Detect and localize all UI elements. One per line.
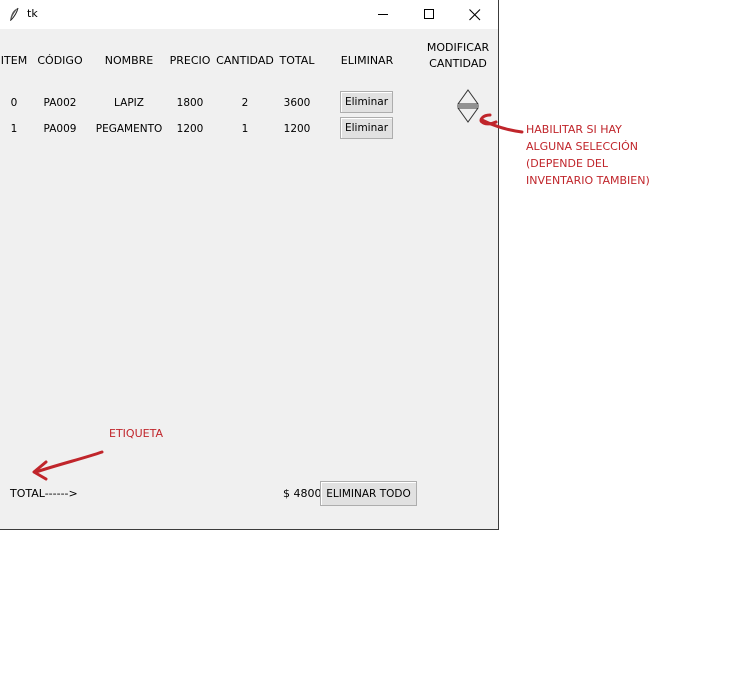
clear-all-button[interactable]: ELIMINAR TODO (320, 481, 417, 506)
triangle-down-icon[interactable] (457, 107, 479, 123)
header-codigo: CÓDIGO (37, 54, 83, 67)
row-1-delete-button[interactable]: Eliminar (340, 117, 393, 139)
window-title: tk (27, 7, 38, 20)
triangle-up-icon[interactable] (457, 89, 479, 105)
annotation-spinner-note: HABILITAR SI HAY ALGUNA SELECCIÓN (DEPEN… (526, 121, 650, 189)
arrow-to-spinner-icon (479, 113, 524, 134)
header-modificar-line2: CANTIDAD (429, 57, 487, 70)
header-nombre: NOMBRE (104, 54, 154, 67)
close-icon (469, 9, 481, 21)
row-0-precio: 1800 (176, 97, 204, 109)
minimize-icon (378, 14, 388, 15)
maximize-icon (424, 9, 434, 19)
maximize-button[interactable] (406, 0, 452, 29)
row-1-codigo: PA009 (43, 123, 77, 135)
header-modificar-line1: MODIFICAR (426, 41, 490, 54)
header-item: ITEM (0, 54, 28, 67)
minimize-button[interactable] (360, 0, 406, 29)
total-value: $ 4800 (283, 487, 322, 500)
annotation-spinner-line-2: ALGUNA SELECCIÓN (526, 140, 638, 153)
row-1-cantidad: 1 (241, 123, 249, 135)
annotation-spinner-line-1: HABILITAR SI HAY (526, 123, 622, 136)
feather-icon (10, 7, 19, 21)
row-0-nombre: LAPIZ (114, 97, 144, 109)
row-0-codigo: PA002 (43, 97, 77, 109)
row-1-total: 1200 (283, 123, 311, 135)
header-total: TOTAL (279, 54, 315, 67)
row-1-precio: 1200 (176, 123, 204, 135)
annotation-spinner-line-4: INVENTARIO TAMBIEN) (526, 174, 650, 187)
annotation-spinner-line-3: (DEPENDE DEL (526, 157, 608, 170)
row-0-item: 0 (10, 97, 18, 109)
row-0-cantidad: 2 (241, 97, 249, 109)
row-1-nombre: PEGAMENTO (95, 123, 163, 135)
arrow-to-total-icon (32, 450, 104, 481)
header-precio: PRECIO (169, 54, 211, 67)
header-cantidad: CANTIDAD (216, 54, 274, 67)
header-eliminar: ELIMINAR (340, 54, 394, 67)
row-1-item: 1 (10, 123, 18, 135)
title-bar[interactable]: tk (0, 0, 498, 29)
close-button[interactable] (452, 0, 498, 29)
total-label: TOTAL------> (10, 487, 78, 500)
annotation-etiqueta: ETIQUETA (109, 427, 163, 440)
row-0-total: 3600 (283, 97, 311, 109)
header-modificar-cantidad: MODIFICAR CANTIDAD (427, 40, 489, 72)
row-0-delete-button[interactable]: Eliminar (340, 91, 393, 113)
